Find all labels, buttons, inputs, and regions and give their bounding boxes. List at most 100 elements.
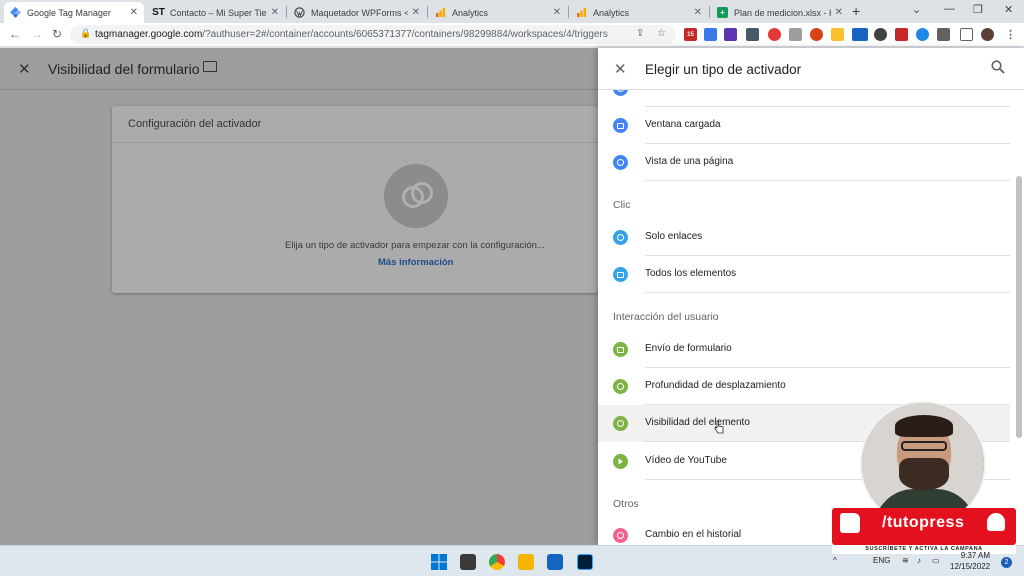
extension-icon[interactable] [831,28,844,41]
gtm-extension-icon[interactable] [852,28,868,41]
trigger-option-all-elements[interactable]: Todos los elementos [598,256,1010,293]
notification-badge[interactable]: 2 [1001,557,1012,568]
panel-scrollbar[interactable] [1016,176,1022,438]
new-tab-button[interactable]: + [852,3,860,19]
windows-start-icon[interactable] [431,554,447,570]
tab-wpforms[interactable]: Maquetador WPForms < Mi ✕ [288,2,426,23]
trigger-option-label: Todos los elementos [645,268,737,279]
search-icon[interactable] [991,60,1005,74]
tab-analytics-1[interactable]: Analytics ✕ [429,2,567,23]
profile-avatar-icon[interactable] [981,28,994,41]
bookmark-star-icon[interactable]: ☆ [657,28,666,39]
tab-contacto[interactable]: ST Contacto – Mi Super Tienda ✕ [147,2,285,23]
close-tab-icon[interactable]: ✕ [553,7,561,18]
close-tab-icon[interactable]: ✕ [271,7,279,18]
trigger-config-card[interactable]: Configuración del activador Elija un tip… [112,106,598,293]
presenter-beard [899,458,949,490]
back-arrow-icon[interactable]: ← [9,27,21,41]
wifi-icon[interactable]: ≋ [902,556,909,565]
tab-title: Plan de medicion.xlsx - Hoj [734,7,831,18]
link-icon [613,230,628,245]
photoshop-icon[interactable] [577,554,593,570]
volume-icon[interactable]: ♪ [917,556,921,565]
extension-icon[interactable]: 15 [684,28,697,41]
battery-icon[interactable]: ▭ [932,556,940,565]
menu-dots-icon[interactable]: ⋮ [1004,28,1017,41]
task-view-icon[interactable] [460,554,476,570]
address-bar[interactable]: 🔒 tagmanager.google.com/?authuser=2#/con… [70,25,676,44]
reload-icon[interactable]: ↻ [52,27,62,41]
restore-icon[interactable]: ❐ [973,3,983,16]
tray-arrow-icon[interactable]: ^ [833,556,837,565]
gtm-icon [10,7,21,18]
tab-title: Google Tag Manager [27,7,111,18]
trigger-option-label: Profundidad de desplazamiento [645,380,786,391]
adblock-icon[interactable] [768,28,781,41]
close-tab-icon[interactable]: ✕ [694,7,702,18]
trigger-name[interactable]: Visibilidad del formulario [48,61,199,77]
chrome-icon[interactable] [489,554,505,570]
extension-icon[interactable] [704,28,717,41]
form-icon [613,342,628,357]
share-icon[interactable]: ⇪ [636,28,644,39]
folder-icon[interactable] [203,61,217,72]
minimize-icon[interactable]: — [944,3,955,15]
close-tab-icon[interactable]: ✕ [835,7,843,18]
trigger-option-label: Solo enlaces [645,231,703,242]
tab-google-tag-manager[interactable]: Google Tag Manager ✕ [4,2,144,23]
brand-name: /tutopress [882,514,965,531]
analytics-icon [576,7,587,18]
system-clock[interactable]: 9:37 AM 12/15/2022 [950,550,990,572]
trigger-option-form-submission[interactable]: Envío de formulario [598,331,1010,368]
extension-icon[interactable] [724,28,737,41]
divider [112,142,598,143]
extension-icon[interactable] [810,28,823,41]
extension-icon[interactable] [916,28,929,41]
trigger-option-page-view[interactable]: Vista de una página [598,144,1010,181]
trigger-option-label: Vista de una página [645,156,734,167]
tab-search-icon[interactable]: ⌄ [912,3,921,16]
scroll-arrows-icon [613,379,628,394]
presenter-glasses [901,441,947,451]
file-explorer-icon[interactable] [518,554,534,570]
bell-icon [987,513,1005,531]
tab-separator [286,6,287,18]
close-icon[interactable]: ✕ [18,60,31,78]
learn-more-link[interactable]: Más información [378,257,454,268]
analytics-icon [435,7,446,18]
trigger-option-label: Cambio en el historial [645,529,742,540]
side-panel-icon[interactable] [960,28,973,41]
tab-title: Analytics [452,7,489,18]
close-panel-icon[interactable]: ✕ [614,60,627,78]
extension-icon[interactable] [895,28,908,41]
close-tab-icon[interactable]: ✕ [412,7,420,18]
close-window-icon[interactable]: ✕ [1004,3,1013,16]
trigger-header: ✕ Visibilidad del formulario [0,48,598,90]
trigger-option-label: Visibilidad del elemento [645,417,750,428]
wordpress-icon [294,7,305,18]
url-text: tagmanager.google.com/?authuser=2#/conta… [95,29,608,40]
extension-icon[interactable] [746,28,759,41]
eye-icon [613,416,628,431]
forward-arrow-icon[interactable]: → [31,27,43,41]
hand-cursor-icon [714,420,724,434]
tab-strip: Google Tag Manager ✕ ST Contacto – Mi Su… [0,0,1024,23]
puzzle-icon[interactable] [937,28,950,41]
tab-analytics-2[interactable]: Analytics ✕ [570,2,708,23]
st-icon: ST [152,7,165,18]
mail-icon[interactable] [547,554,563,570]
presenter-hair [895,415,953,437]
trigger-option-scroll-depth[interactable]: Profundidad de desplazamiento [598,368,1010,405]
extension-icon[interactable] [874,28,887,41]
trigger-option-window-loaded[interactable]: Ventana cargada [598,107,1010,144]
tab-plan-medicion[interactable]: + Plan de medicion.xlsx - Hoj ✕ [711,2,849,23]
trigger-placeholder-icon[interactable] [384,164,448,228]
language-indicator[interactable]: ENG [873,556,890,565]
close-tab-icon[interactable]: ✕ [130,7,138,18]
url-host: tagmanager.google.com [95,29,203,40]
trigger-option-just-links[interactable]: Solo enlaces [598,219,1010,256]
extension-icon[interactable] [789,28,802,41]
tab-title: Contacto – Mi Super Tienda [170,7,267,18]
divider [645,292,1010,293]
url-path: /?authuser=2#/container/accounts/6065371… [202,29,608,40]
